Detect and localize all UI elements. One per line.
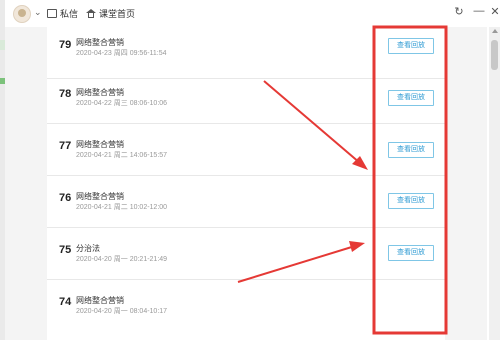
lesson-item[interactable]: 78 网络整合营销 2020-04-22 周三 08:06-10:06 查看回放 <box>47 72 445 124</box>
lesson-time: 2020-04-21 周二 10:02-12:00 <box>76 204 168 211</box>
view-replay-button[interactable]: 查看回放 <box>388 38 434 54</box>
messages-button[interactable]: 私信 <box>47 7 78 20</box>
view-replay-button[interactable]: 查看回放 <box>388 142 434 158</box>
lesson-number: 78 <box>59 88 72 100</box>
lesson-item[interactable]: 77 网络整合营销 2020-04-21 周二 14:06-15:57 查看回放 <box>47 124 445 176</box>
lesson-item[interactable]: 74 网络整合营销 2020-04-20 周一 08:04-10:17 <box>47 280 445 340</box>
lesson-title: 分治法 <box>76 244 100 253</box>
lesson-time: 2020-04-22 周三 08:06-10:06 <box>76 100 168 107</box>
lesson-number: 74 <box>59 296 72 308</box>
lesson-title: 网络整合营销 <box>76 38 124 47</box>
lesson-title: 网络整合营销 <box>76 296 124 305</box>
lesson-number: 75 <box>59 244 72 256</box>
refresh-icon[interactable]: ↻ <box>452 5 466 18</box>
lesson-title: 网络整合营销 <box>76 192 124 201</box>
lesson-time: 2020-04-21 周二 14:06-15:57 <box>76 152 168 159</box>
lesson-item[interactable]: 75 分治法 2020-04-20 周一 20:21-21:49 查看回放 <box>47 228 445 280</box>
scroll-up-icon[interactable] <box>492 29 498 33</box>
lesson-item[interactable]: 76 网络整合营销 2020-04-21 周二 10:02-12:00 查看回放 <box>47 176 445 228</box>
close-icon[interactable]: ✕ <box>488 5 500 18</box>
content-gutter-right <box>445 27 487 340</box>
scrollbar[interactable] <box>489 27 500 340</box>
view-replay-button[interactable]: 查看回放 <box>388 245 434 261</box>
lesson-title: 网络整合营销 <box>76 140 124 149</box>
view-replay-button[interactable]: 查看回放 <box>388 193 434 209</box>
avatar[interactable] <box>13 5 31 23</box>
view-replay-button[interactable]: 查看回放 <box>388 90 434 106</box>
scrollbar-thumb[interactable] <box>491 40 498 70</box>
content-gutter-left <box>5 27 47 340</box>
minimize-icon[interactable]: — <box>472 5 486 17</box>
message-icon <box>47 9 57 18</box>
lesson-number: 76 <box>59 192 72 204</box>
chevron-down-icon[interactable]: ⌄ <box>34 7 42 18</box>
home-icon <box>86 9 96 18</box>
lesson-time: 2020-04-20 周一 20:21-21:49 <box>76 256 168 263</box>
lesson-number: 77 <box>59 140 72 152</box>
lesson-title: 网络整合营销 <box>76 88 124 97</box>
lesson-time: 2020-04-20 周一 08:04-10:17 <box>76 308 168 315</box>
lesson-time: 2020-04-23 周四 09:56-11:54 <box>76 50 167 57</box>
classroom-home-button[interactable]: 课堂首页 <box>86 7 135 20</box>
top-toolbar: ⌄ 私信 课堂首页 ↻ — ✕ <box>5 0 500 27</box>
messages-label: 私信 <box>60 9 79 19</box>
classroom-home-label: 课堂首页 <box>99 9 136 19</box>
lesson-number: 79 <box>59 39 72 51</box>
